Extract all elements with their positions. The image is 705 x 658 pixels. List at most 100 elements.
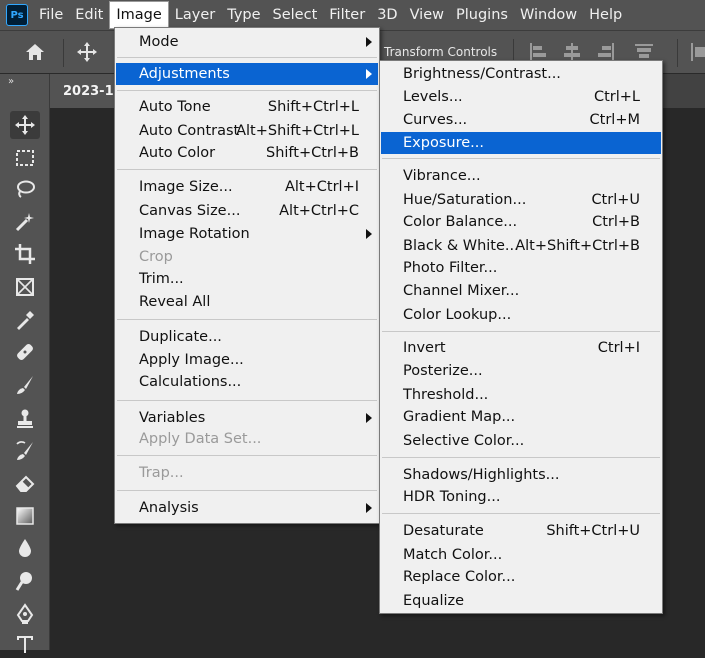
menu-item-crop: Crop (116, 246, 378, 268)
menu-item-label: Channel Mixer... (403, 283, 520, 299)
menu-file[interactable]: File (33, 0, 69, 30)
menu-item-label: Shadows/Highlights... (403, 467, 560, 483)
menu-item-calculations[interactable]: Calculations... (116, 371, 378, 393)
menu-item-desaturate[interactable]: Desaturate Shift+Ctrl+U (381, 520, 661, 542)
menu-item-black-white[interactable]: Black & White... Alt+Shift+Ctrl+B (381, 235, 661, 257)
menu-separator (117, 169, 377, 170)
menu-item-label: Gradient Map... (403, 409, 516, 425)
menu-item-apply-image[interactable]: Apply Image... (116, 349, 378, 371)
magic-wand-tool-icon[interactable] (10, 208, 40, 236)
adjustments-submenu: Brightness/Contrast... Levels... Ctrl+L C… (379, 60, 663, 614)
distribute-icon[interactable] (688, 41, 705, 63)
collapse-panel-button[interactable]: » (8, 76, 14, 87)
move-tool-icon[interactable] (10, 111, 40, 139)
image-menu: Mode Adjustments Auto Tone Shift+Ctrl+L A… (114, 27, 380, 524)
menu-item-invert[interactable]: Invert Ctrl+I (381, 337, 661, 359)
frame-tool-icon[interactable] (10, 273, 40, 301)
menu-item-auto-tone[interactable]: Auto Tone Shift+Ctrl+L (116, 96, 378, 118)
tools-panel: » (0, 74, 50, 653)
menu-window[interactable]: Window (514, 0, 583, 30)
menu-item-apply-data-set: Apply Data Set... (116, 428, 378, 450)
menu-item-equalize[interactable]: Equalize (381, 590, 661, 612)
menu-item-label: Trim... (139, 271, 184, 287)
menu-item-image-size[interactable]: Image Size... Alt+Ctrl+I (116, 176, 378, 198)
menu-item-label: Mode (139, 34, 179, 50)
menu-item-label: Replace Color... (403, 569, 516, 585)
menu-edit[interactable]: Edit (69, 0, 109, 30)
menu-item-canvas-size[interactable]: Canvas Size... Alt+Ctrl+C (116, 200, 378, 222)
menu-item-gradient-map[interactable]: Gradient Map... (381, 406, 661, 428)
menu-item-label: Brightness/Contrast... (403, 66, 561, 82)
transform-controls-label[interactable]: Transform Controls (384, 45, 497, 59)
menu-plugins[interactable]: Plugins (450, 0, 514, 30)
healing-brush-tool-icon[interactable] (10, 338, 40, 366)
menu-item-vibrance[interactable]: Vibrance... (381, 165, 661, 187)
menu-item-color-balance[interactable]: Color Balance... Ctrl+B (381, 211, 661, 233)
menu-item-label: Crop (139, 249, 173, 265)
menu-separator (117, 490, 377, 491)
menu-item-analysis[interactable]: Analysis (116, 497, 378, 519)
menu-item-shadows-highlights[interactable]: Shadows/Highlights... (381, 464, 661, 486)
menu-item-shortcut: Ctrl+U (591, 192, 640, 208)
menu-item-label: HDR Toning... (403, 489, 501, 505)
menu-item-photo-filter[interactable]: Photo Filter... (381, 257, 661, 279)
menu-item-levels[interactable]: Levels... Ctrl+L (381, 86, 661, 108)
menu-layer[interactable]: Layer (169, 0, 221, 30)
menu-item-trim[interactable]: Trim... (116, 268, 378, 290)
gradient-tool-icon[interactable] (10, 502, 40, 530)
menu-item-selective-color[interactable]: Selective Color... (381, 430, 661, 452)
brush-tool-icon[interactable] (10, 371, 40, 399)
history-brush-tool-icon[interactable] (10, 437, 40, 465)
menu-item-image-rotation[interactable]: Image Rotation (116, 223, 378, 245)
marquee-tool-icon[interactable] (10, 144, 40, 172)
menu-item-shortcut: Ctrl+L (593, 89, 640, 105)
menu-item-mode[interactable]: Mode (116, 31, 378, 53)
move-icon[interactable] (76, 41, 98, 63)
menu-separator (117, 319, 377, 320)
menu-image[interactable]: Image (109, 1, 169, 29)
type-tool-icon[interactable] (10, 630, 40, 658)
menu-item-variables[interactable]: Variables (116, 407, 378, 429)
lasso-tool-icon[interactable] (10, 175, 40, 203)
menu-item-auto-color[interactable]: Auto Color Shift+Ctrl+B (116, 142, 378, 164)
blur-tool-icon[interactable] (10, 534, 40, 562)
menu-item-color-lookup[interactable]: Color Lookup... (381, 304, 661, 326)
menu-item-replace-color[interactable]: Replace Color... (381, 566, 661, 588)
menu-help[interactable]: Help (583, 0, 628, 30)
eyedropper-tool-icon[interactable] (10, 306, 40, 334)
menu-item-channel-mixer[interactable]: Channel Mixer... (381, 280, 661, 302)
menu-item-duplicate[interactable]: Duplicate... (116, 326, 378, 348)
menu-item-shortcut: Shift+Ctrl+B (265, 145, 359, 161)
menu-item-label: Apply Data Set... (139, 431, 262, 447)
menu-item-reveal-all[interactable]: Reveal All (116, 291, 378, 313)
menu-select[interactable]: Select (267, 0, 324, 30)
dodge-tool-icon[interactable] (10, 567, 40, 595)
menu-type[interactable]: Type (221, 0, 266, 30)
photoshop-logo: Ps (6, 4, 28, 26)
menu-item-hdr-toning[interactable]: HDR Toning... (381, 486, 661, 508)
menu-item-adjustments[interactable]: Adjustments (116, 63, 378, 85)
home-icon[interactable] (24, 41, 46, 63)
pen-tool-icon[interactable] (10, 600, 40, 628)
menu-item-auto-contrast[interactable]: Auto Contrast Alt+Shift+Ctrl+L (116, 120, 378, 142)
menu-item-exposure[interactable]: Exposure... (381, 132, 661, 154)
clone-stamp-tool-icon[interactable] (10, 404, 40, 432)
menu-item-label: Calculations... (139, 374, 242, 390)
menu-item-shortcut: Ctrl+I (597, 340, 640, 356)
menu-item-hue-saturation[interactable]: Hue/Saturation... Ctrl+U (381, 189, 661, 211)
eraser-tool-icon[interactable] (10, 469, 40, 497)
menu-filter[interactable]: Filter (323, 0, 371, 30)
menu-item-label: Apply Image... (139, 352, 244, 368)
menu-item-label: Photo Filter... (403, 260, 498, 276)
menu-item-shortcut: Alt+Shift+Ctrl+L (236, 123, 359, 139)
submenu-arrow-icon (366, 229, 372, 239)
menu-item-match-color[interactable]: Match Color... (381, 544, 661, 566)
menu-item-posterize[interactable]: Posterize... (381, 360, 661, 382)
crop-tool-icon[interactable] (10, 240, 40, 268)
menu-item-curves[interactable]: Curves... Ctrl+M (381, 109, 661, 131)
menu-item-threshold[interactable]: Threshold... (381, 384, 661, 406)
menu-item-brightness-contrast[interactable]: Brightness/Contrast... (381, 63, 661, 85)
menu-separator (117, 90, 377, 91)
menu-3d[interactable]: 3D (371, 0, 403, 30)
menu-view[interactable]: View (404, 0, 450, 30)
